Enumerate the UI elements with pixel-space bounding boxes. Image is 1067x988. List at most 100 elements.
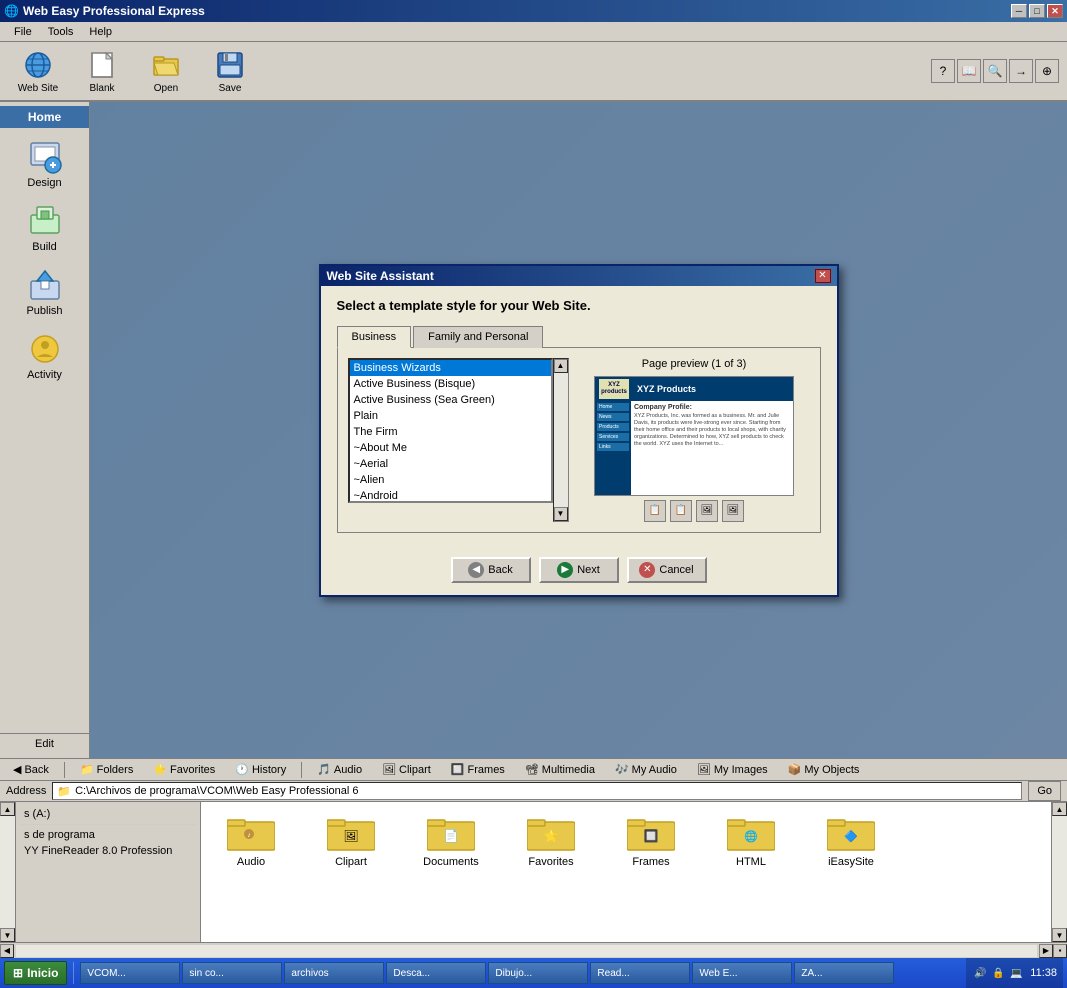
fb-history-button[interactable]: 🕐 History [228, 760, 293, 780]
fb-folders-button[interactable]: 📁 Folders [73, 760, 140, 780]
sidebar-item-design[interactable]: Design [10, 134, 80, 194]
cancel-button[interactable]: ✕ Cancel [627, 557, 707, 583]
list-item-2[interactable]: Active Business (Sea Green) [350, 392, 551, 408]
left-item-2[interactable]: s de programa [20, 827, 196, 843]
menu-help[interactable]: Help [81, 24, 120, 40]
folder-ieasystem[interactable]: 🔷 iEasySite [811, 812, 891, 868]
fb-myimages-tab[interactable]: 🖼 My Images [690, 760, 775, 780]
list-item-8[interactable]: ~Android [350, 488, 551, 503]
folder-html[interactable]: 🌐 HTML [711, 812, 791, 868]
svg-text:🖼: 🖼 [343, 829, 358, 843]
taskbar-btn-3[interactable]: Desca... [386, 962, 486, 984]
folder-html-label: HTML [736, 856, 766, 868]
preview-nav-home: Home [597, 403, 629, 411]
tab-family[interactable]: Family and Personal [413, 326, 543, 348]
list-item-5[interactable]: ~About Me [350, 440, 551, 456]
dialog-close-button[interactable]: ✕ [815, 269, 831, 283]
my-images-icon: 🖼 [697, 763, 711, 776]
address-input-container: 📁 [52, 782, 1022, 800]
taskbar-btn-5[interactable]: Read... [590, 962, 690, 984]
folder-clipart[interactable]: 🖼 Clipart [311, 812, 391, 868]
back-button[interactable]: ◀ Back [451, 557, 531, 583]
preview-nav-btn-1[interactable]: 📋 [644, 500, 666, 522]
fb-myaudio-tab[interactable]: 🎶 My Audio [608, 760, 684, 780]
dialog-subtitle: Select a template style for your Web Sit… [337, 298, 821, 313]
bottom-scrollbar[interactable]: ◀ ▶ ▪ [0, 942, 1067, 958]
fb-favorites-button[interactable]: ⭐ Favorites [146, 760, 222, 780]
publish-icon [27, 267, 63, 303]
left-item-3[interactable]: YY FineReader 8.0 Profession [20, 843, 196, 859]
fb-clipart-tab[interactable]: 🖼 Clipart [375, 760, 438, 780]
sidebar-item-publish[interactable]: Publish [10, 262, 80, 322]
toolbar-save-button[interactable]: Save [200, 45, 260, 97]
fb-back-button[interactable]: ◀ Back [6, 760, 56, 780]
fb-audio-tab[interactable]: 🎵 Audio [310, 760, 369, 780]
list-item-7[interactable]: ~Alien [350, 472, 551, 488]
sidebar-home[interactable]: Home [0, 106, 89, 128]
folder-favorites[interactable]: ⭐ Favorites [511, 812, 591, 868]
taskbar-btn-1[interactable]: sin co... [182, 962, 282, 984]
tab-business[interactable]: Business [337, 326, 412, 348]
taskbar-tray: 🔊 🔒 💻 11:38 [966, 958, 1063, 988]
maximize-button[interactable]: □ [1029, 4, 1045, 18]
toolbar-help-button[interactable]: ? [931, 59, 955, 83]
sidebar-item-activity[interactable]: Activity [10, 326, 80, 386]
folder-frames[interactable]: 🔲 Frames [611, 812, 691, 868]
toolbar-extra-button[interactable]: ⊕ [1035, 59, 1059, 83]
menu-tools[interactable]: Tools [40, 24, 82, 40]
list-item-3[interactable]: Plain [350, 408, 551, 424]
taskbar-btn-0[interactable]: VCOM... [80, 962, 180, 984]
preview-box: XYZproducts XYZ Products Home News Produ… [594, 376, 794, 496]
toolbar-bookmark-button[interactable]: 📖 [957, 59, 981, 83]
sidebar-edit[interactable]: Edit [0, 733, 89, 754]
activity-icon [27, 331, 63, 367]
close-button[interactable]: ✕ [1047, 4, 1063, 18]
svg-text:🌐: 🌐 [744, 830, 758, 843]
sidebar-item-build[interactable]: Build [10, 198, 80, 258]
template-list[interactable]: Business Wizards Active Business (Bisque… [348, 358, 553, 503]
taskbar-btn-2[interactable]: archivos [284, 962, 384, 984]
list-item-1[interactable]: Active Business (Bisque) [350, 376, 551, 392]
list-item-0[interactable]: Business Wizards [350, 360, 551, 376]
sidebar: Home Design Build [0, 102, 90, 758]
right-scrollbar[interactable]: ▲ ▼ [1051, 802, 1067, 942]
address-input[interactable] [75, 785, 1017, 797]
toolbar-search-button[interactable]: 🔍 [983, 59, 1007, 83]
toolbar-blank-button[interactable]: Blank [72, 45, 132, 97]
list-scrollbar[interactable]: ▲ ▼ [553, 358, 569, 522]
toolbar-open-label: Open [154, 83, 178, 94]
fb-multimedia-tab[interactable]: 📽 Multimedia [518, 760, 602, 780]
toolbar-arrow-button[interactable]: → [1009, 59, 1033, 83]
taskbar-btn-6[interactable]: Web E... [692, 962, 792, 984]
toolbar-blank-label: Blank [89, 83, 114, 94]
website-icon [22, 49, 54, 81]
go-button[interactable]: Go [1028, 781, 1061, 801]
svg-text:♪: ♪ [247, 832, 251, 839]
html-folder-icon: 🌐 [727, 812, 775, 852]
fb-myobjects-tab[interactable]: 📦 My Objects [781, 760, 867, 780]
list-item-6[interactable]: ~Aerial [350, 456, 551, 472]
toolbar-website-button[interactable]: Web Site [8, 45, 68, 97]
preview-nav-btn-2[interactable]: 📋 [670, 500, 692, 522]
tray-icon-1: 🔊 [972, 965, 988, 981]
taskbar-btn-4[interactable]: Dibujo... [488, 962, 588, 984]
taskbar-btn-7[interactable]: ZA... [794, 962, 894, 984]
svg-text:📄: 📄 [444, 829, 459, 843]
next-button[interactable]: ▶ Next [539, 557, 619, 583]
toolbar-open-button[interactable]: Open [136, 45, 196, 97]
menu-file[interactable]: File [6, 24, 40, 40]
folder-audio[interactable]: ♪ Audio [211, 812, 291, 868]
start-button[interactable]: ⊞ Inicio [4, 961, 67, 985]
minimize-button[interactable]: ─ [1011, 4, 1027, 18]
folder-ieasystem-label: iEasySite [828, 856, 874, 868]
folder-documents[interactable]: 📄 Documents [411, 812, 491, 868]
audio-folder-icon: ♪ [227, 812, 275, 852]
fb-frames-tab[interactable]: 🔲 Frames [444, 760, 512, 780]
clipart-folder-icon: 🖼 [327, 812, 375, 852]
left-scrollbar[interactable]: ▲ ▼ [0, 802, 16, 942]
preview-nav-btn-4[interactable]: 🖼 [722, 500, 744, 522]
tab-bar: Business Family and Personal [337, 325, 821, 347]
list-item-4[interactable]: The Firm [350, 424, 551, 440]
preview-nav-btn-3[interactable]: 🖼 [696, 500, 718, 522]
left-item-0[interactable]: s (A:) [20, 806, 196, 822]
